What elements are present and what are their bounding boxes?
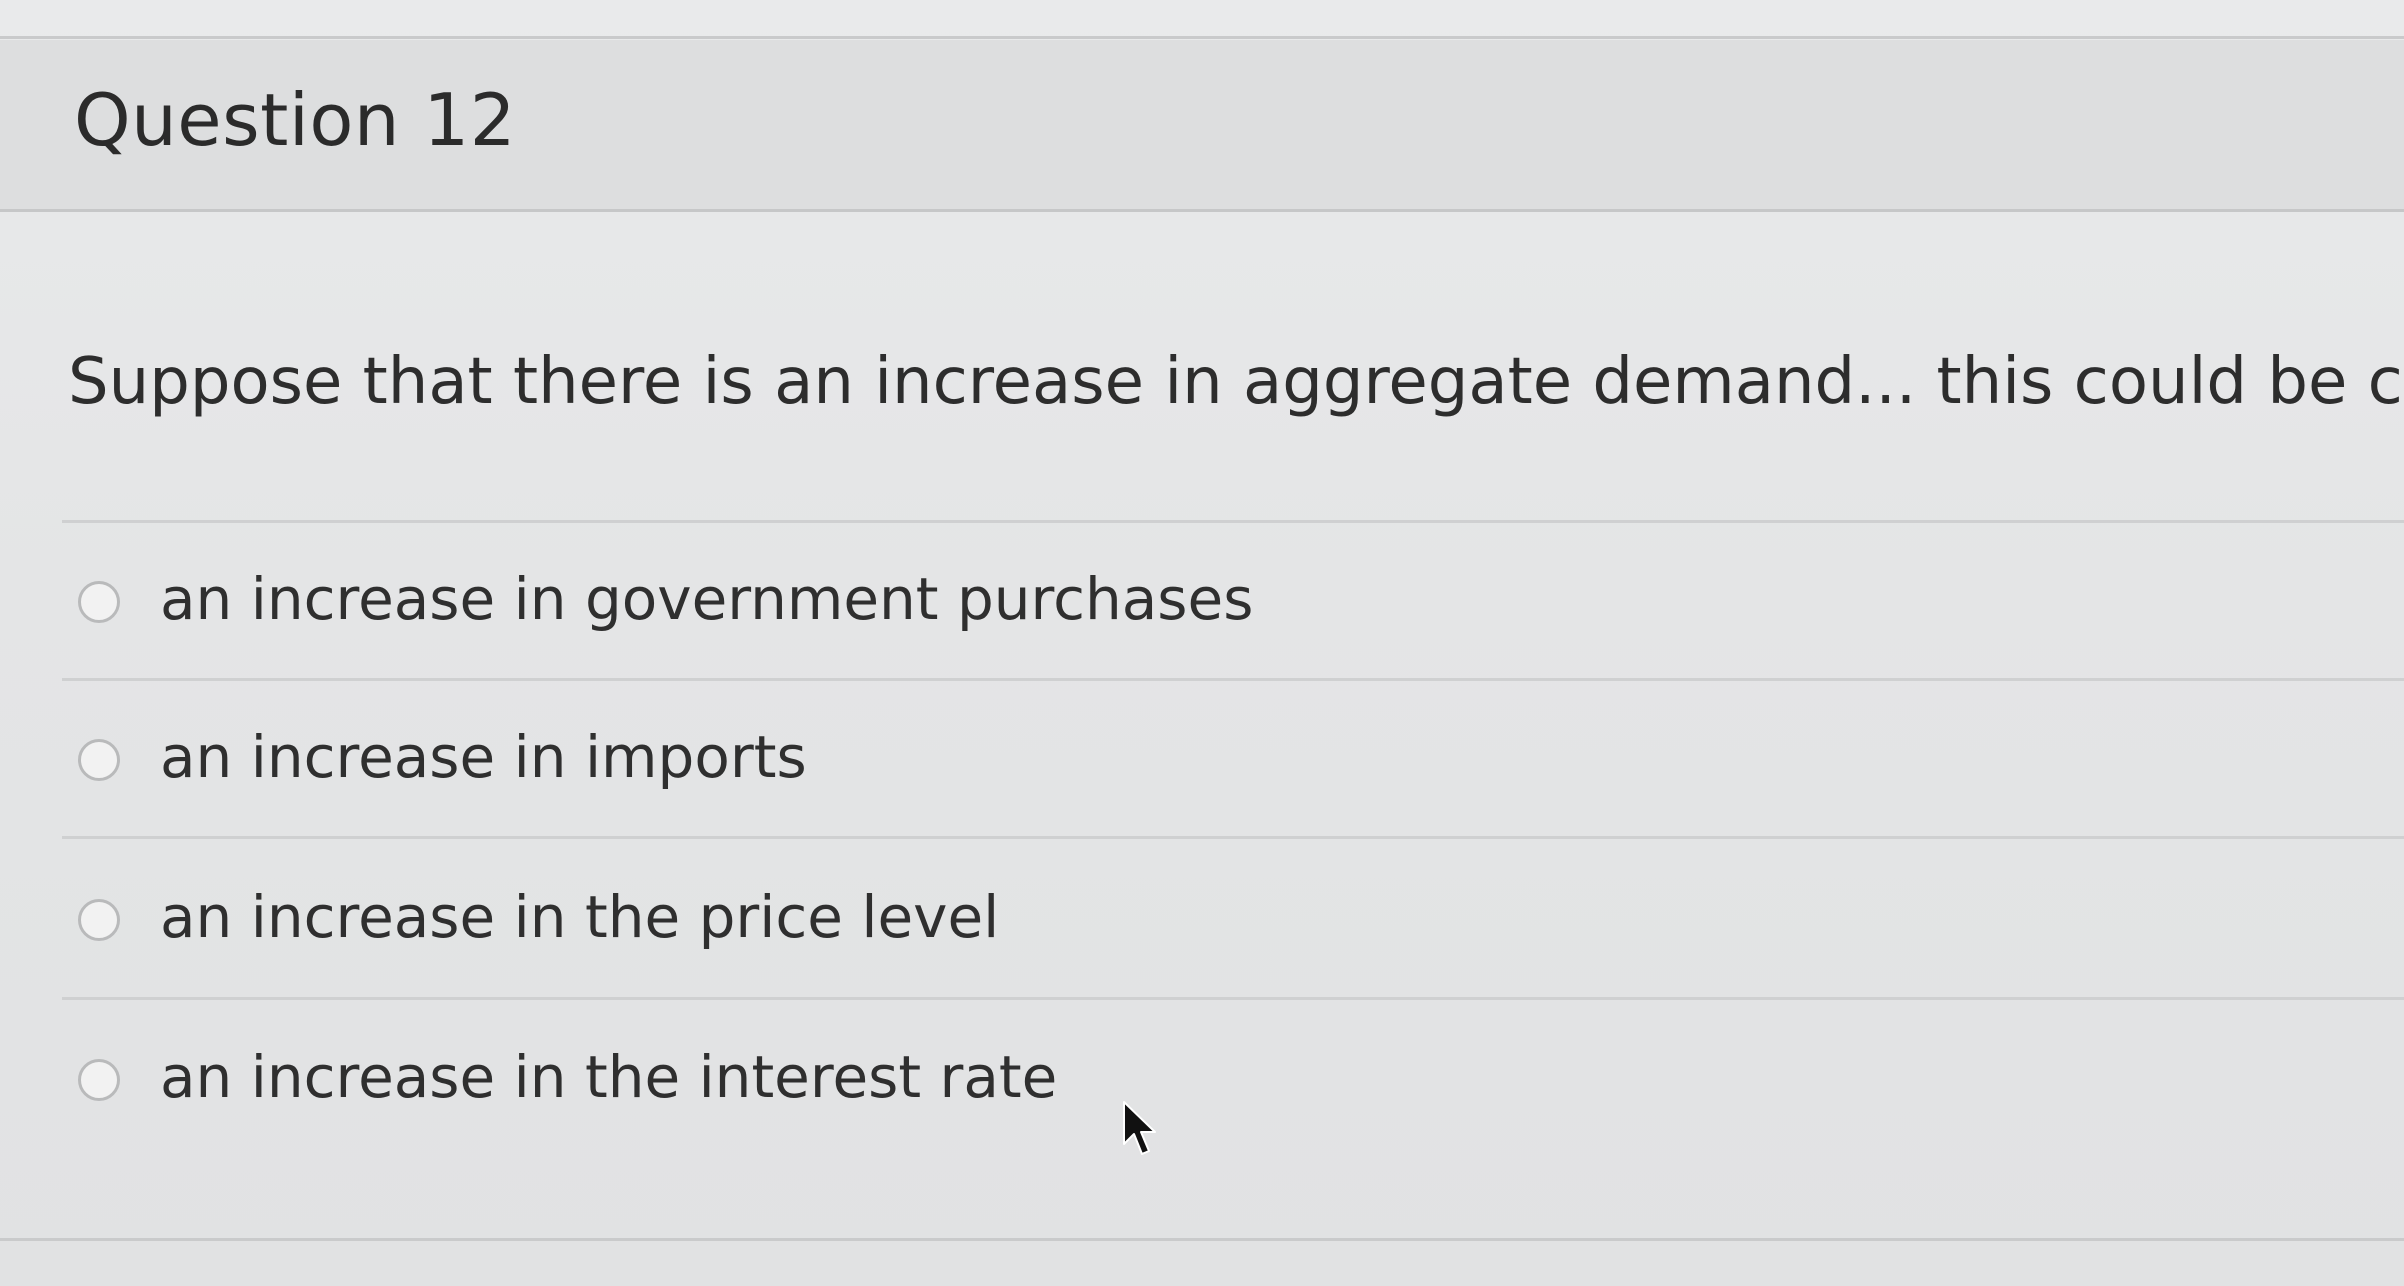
answer-option-1[interactable]: an increase in government purchases	[78, 545, 1878, 665]
top-divider	[0, 36, 2404, 39]
answer-divider	[62, 836, 2404, 839]
answer-option-4[interactable]: an increase in the interest rate	[78, 1023, 1878, 1143]
question-divider	[62, 520, 2404, 523]
question-text: Suppose that there is an increase in agg…	[68, 345, 2404, 419]
radio-button-icon[interactable]	[78, 899, 120, 941]
question-title: Question 12	[74, 78, 517, 162]
answer-label: an increase in the price level	[160, 883, 1000, 951]
answer-option-2[interactable]: an increase in imports	[78, 703, 1878, 823]
question-prompt: Suppose that there is an increase in agg…	[68, 345, 2404, 419]
answer-label: an increase in the interest rate	[160, 1043, 1058, 1111]
quiz-page: Question 12 Suppose that there is an inc…	[0, 0, 2404, 1286]
bottom-divider	[0, 1238, 2404, 1241]
answer-divider	[62, 678, 2404, 681]
radio-button-icon[interactable]	[78, 739, 120, 781]
answer-divider	[62, 997, 2404, 1000]
mouse-pointer-icon	[1123, 1101, 1156, 1155]
radio-button-icon[interactable]	[78, 1059, 120, 1101]
answer-label: an increase in imports	[160, 723, 807, 791]
question-body: Suppose that there is an increase in agg…	[0, 215, 2404, 1235]
radio-button-icon[interactable]	[78, 581, 120, 623]
answer-option-3[interactable]: an increase in the price level	[78, 863, 1878, 983]
answer-label: an increase in government purchases	[160, 565, 1254, 633]
